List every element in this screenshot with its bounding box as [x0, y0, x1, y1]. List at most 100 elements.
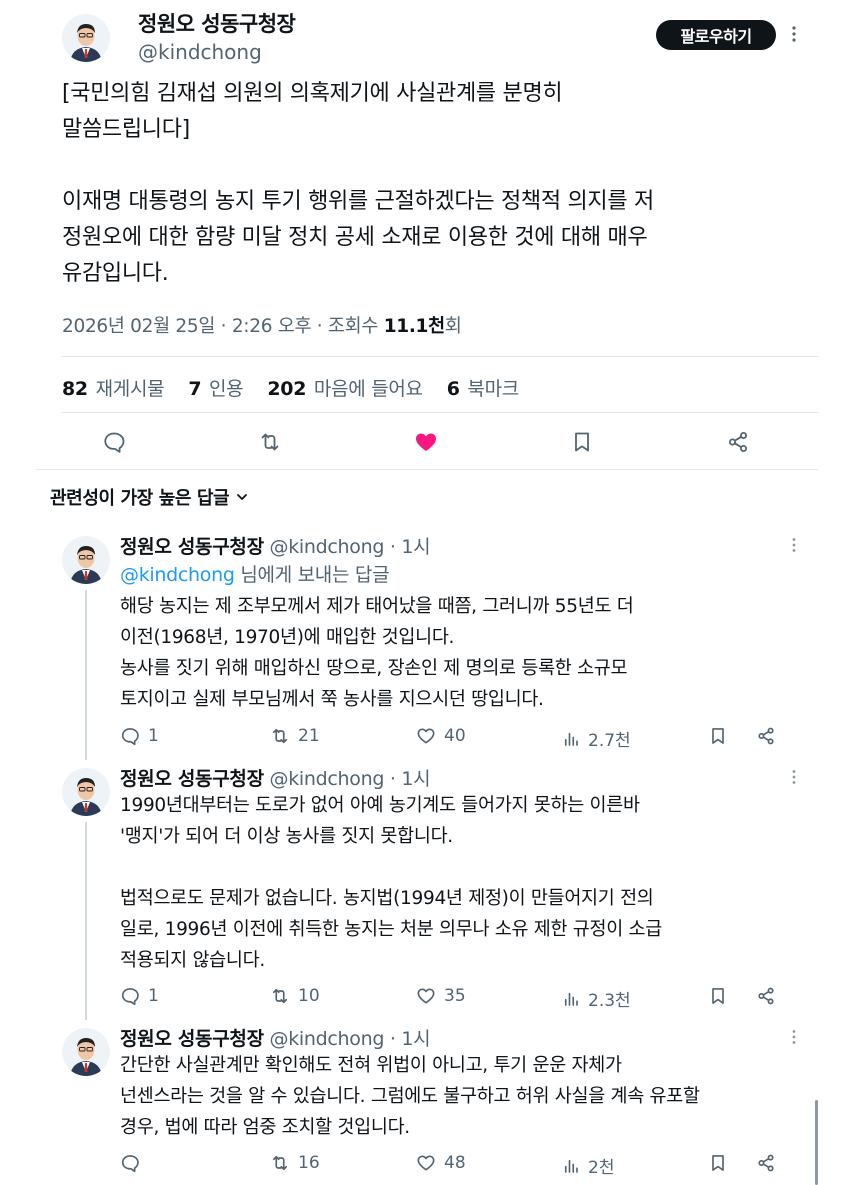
more-options-icon[interactable] — [788, 24, 800, 44]
like-action[interactable]: 40 — [416, 726, 466, 746]
likes-label: 마음에 들어요 — [313, 378, 423, 400]
engagement-stats: 82 재게시물 7 인용 202 마음에 들어요 6 북마크 — [62, 374, 519, 401]
repost-icon[interactable] — [258, 430, 282, 454]
reply-action-bar: 1 10 35 2.3천 — [120, 986, 790, 1011]
reply-icon[interactable] — [102, 430, 126, 454]
more-options-icon[interactable] — [788, 1028, 800, 1046]
quotes-stat[interactable]: 7 인용 — [188, 374, 243, 401]
share-icon[interactable] — [726, 430, 750, 454]
like-icon-active[interactable] — [414, 430, 438, 454]
repost-action[interactable]: 16 — [270, 1153, 320, 1173]
tweet-meta: 2026년 02월 25일 · 2:26 오후 · 조회수 11.1천회 — [62, 312, 462, 338]
bookmarks-stat[interactable]: 6 북마크 — [446, 374, 520, 401]
reply-header: 정원오 성동구청장 @kindchong · 1시 — [120, 764, 431, 791]
author-handle[interactable]: @kindchong · 1시 — [270, 768, 431, 790]
repost-icon — [270, 986, 290, 1006]
reply-icon — [120, 726, 140, 746]
divider — [36, 469, 818, 470]
reply-action[interactable] — [120, 1153, 148, 1173]
view-count: 11.1천 — [383, 316, 445, 337]
bookmark-icon — [708, 1153, 728, 1173]
author-name[interactable]: 정원오 성동구청장 — [120, 536, 264, 558]
reply-to-suffix: 님에게 보내는 답글 — [234, 564, 390, 586]
reposts-label: 재게시물 — [95, 378, 165, 400]
like-count: 35 — [444, 986, 466, 1006]
heart-icon — [416, 726, 436, 746]
author-handle[interactable]: @kindchong · 1시 — [270, 1028, 431, 1050]
views-action[interactable]: 2.3천 — [562, 986, 631, 1011]
repost-icon — [270, 1153, 290, 1173]
likes-count: 202 — [267, 378, 307, 400]
reply-text: 1990년대부터는 도로가 없어 아예 농기계도 들어가지 못하는 이른바 '맹… — [120, 795, 662, 971]
repost-action[interactable]: 21 — [270, 726, 320, 746]
analytics-icon — [562, 1157, 580, 1175]
repost-action[interactable]: 10 — [270, 986, 320, 1006]
like-count: 48 — [444, 1153, 466, 1173]
tweet-text: [국민의힘 김재섭 의원의 의혹제기에 사실관계를 분명히 말씀드립니다] 이재… — [62, 81, 654, 286]
reply-action[interactable]: 1 — [120, 726, 159, 746]
share-action[interactable] — [756, 726, 776, 746]
thread-line — [85, 822, 87, 1020]
share-icon — [756, 726, 776, 746]
bookmark-action[interactable] — [708, 726, 728, 746]
more-options-icon[interactable] — [788, 536, 800, 554]
bookmark-action[interactable] — [708, 1153, 728, 1173]
reply-count: 1 — [148, 726, 159, 746]
share-icon — [756, 986, 776, 1006]
thread-line — [85, 590, 87, 760]
reply-text: 해당 농지는 제 조부모께서 제가 태어났을 때쯤, 그러니까 55년도 더 이… — [120, 596, 634, 710]
repost-icon — [270, 726, 290, 746]
view-suffix: 회 — [444, 316, 462, 337]
reply-header: 정원오 성동구청장 @kindchong · 1시 — [120, 1024, 431, 1051]
author-name[interactable]: 정원오 성동구청장 — [120, 768, 264, 790]
follow-button[interactable]: 팔로우하기 — [656, 20, 776, 50]
author-handle[interactable]: @kindchong — [138, 40, 262, 64]
heart-icon — [416, 1153, 436, 1173]
more-options-icon[interactable] — [788, 768, 800, 786]
like-action[interactable]: 35 — [416, 986, 466, 1006]
avatar[interactable] — [62, 536, 110, 584]
heart-icon — [416, 986, 436, 1006]
reply-action-bar: 1 21 40 2.7천 — [120, 726, 790, 751]
bookmark-action[interactable] — [708, 986, 728, 1006]
mention-link[interactable]: @kindchong — [120, 564, 235, 586]
repost-count: 21 — [298, 726, 320, 746]
share-action[interactable] — [756, 986, 776, 1006]
author-name[interactable]: 정원오 성동구청장 — [138, 8, 296, 38]
share-icon — [756, 1153, 776, 1173]
like-count: 40 — [444, 726, 466, 746]
chevron-down-icon — [235, 490, 249, 504]
bookmarks-label: 북마크 — [467, 378, 519, 400]
reply-action[interactable]: 1 — [120, 986, 159, 1006]
scrollbar[interactable] — [815, 1100, 818, 1185]
avatar[interactable] — [62, 1028, 110, 1076]
like-action[interactable]: 48 — [416, 1153, 466, 1173]
share-action[interactable] — [756, 1153, 776, 1173]
reposts-stat[interactable]: 82 재게시물 — [62, 374, 165, 401]
avatar[interactable] — [62, 14, 110, 62]
views-action[interactable]: 2.7천 — [562, 726, 631, 751]
analytics-icon — [562, 730, 580, 748]
view-count: 2.7천 — [588, 731, 631, 751]
reply-icon — [120, 986, 140, 1006]
bookmark-icon[interactable] — [570, 430, 594, 454]
quotes-label: 인용 — [209, 378, 244, 400]
bookmark-icon — [708, 726, 728, 746]
likes-stat[interactable]: 202 마음에 들어요 — [267, 374, 423, 401]
views-action[interactable]: 2천 — [562, 1153, 614, 1178]
author-name[interactable]: 정원오 성동구청장 — [120, 1028, 264, 1050]
reply-sort-dropdown[interactable]: 관련성이 가장 높은 답글 — [50, 484, 249, 510]
reply-icon — [120, 1153, 140, 1173]
avatar[interactable] — [62, 768, 110, 816]
divider — [62, 412, 818, 413]
repost-count: 10 — [298, 986, 320, 1006]
tweet-action-bar — [102, 430, 762, 458]
view-count: 2천 — [588, 1158, 615, 1178]
reply-text: 간단한 사실관계만 확인해도 전혀 위법이 아니고, 투기 운운 자체가 넌센스… — [120, 1055, 700, 1138]
reply-action-bar: 16 48 2천 — [120, 1153, 790, 1178]
timestamp[interactable]: 2026년 02월 25일 · 2:26 오후 · 조회수 — [62, 316, 378, 337]
bookmarks-count: 6 — [446, 378, 460, 400]
reply-count: 1 — [148, 986, 159, 1006]
reposts-count: 82 — [62, 378, 88, 400]
author-handle[interactable]: @kindchong · 1시 — [270, 536, 431, 558]
